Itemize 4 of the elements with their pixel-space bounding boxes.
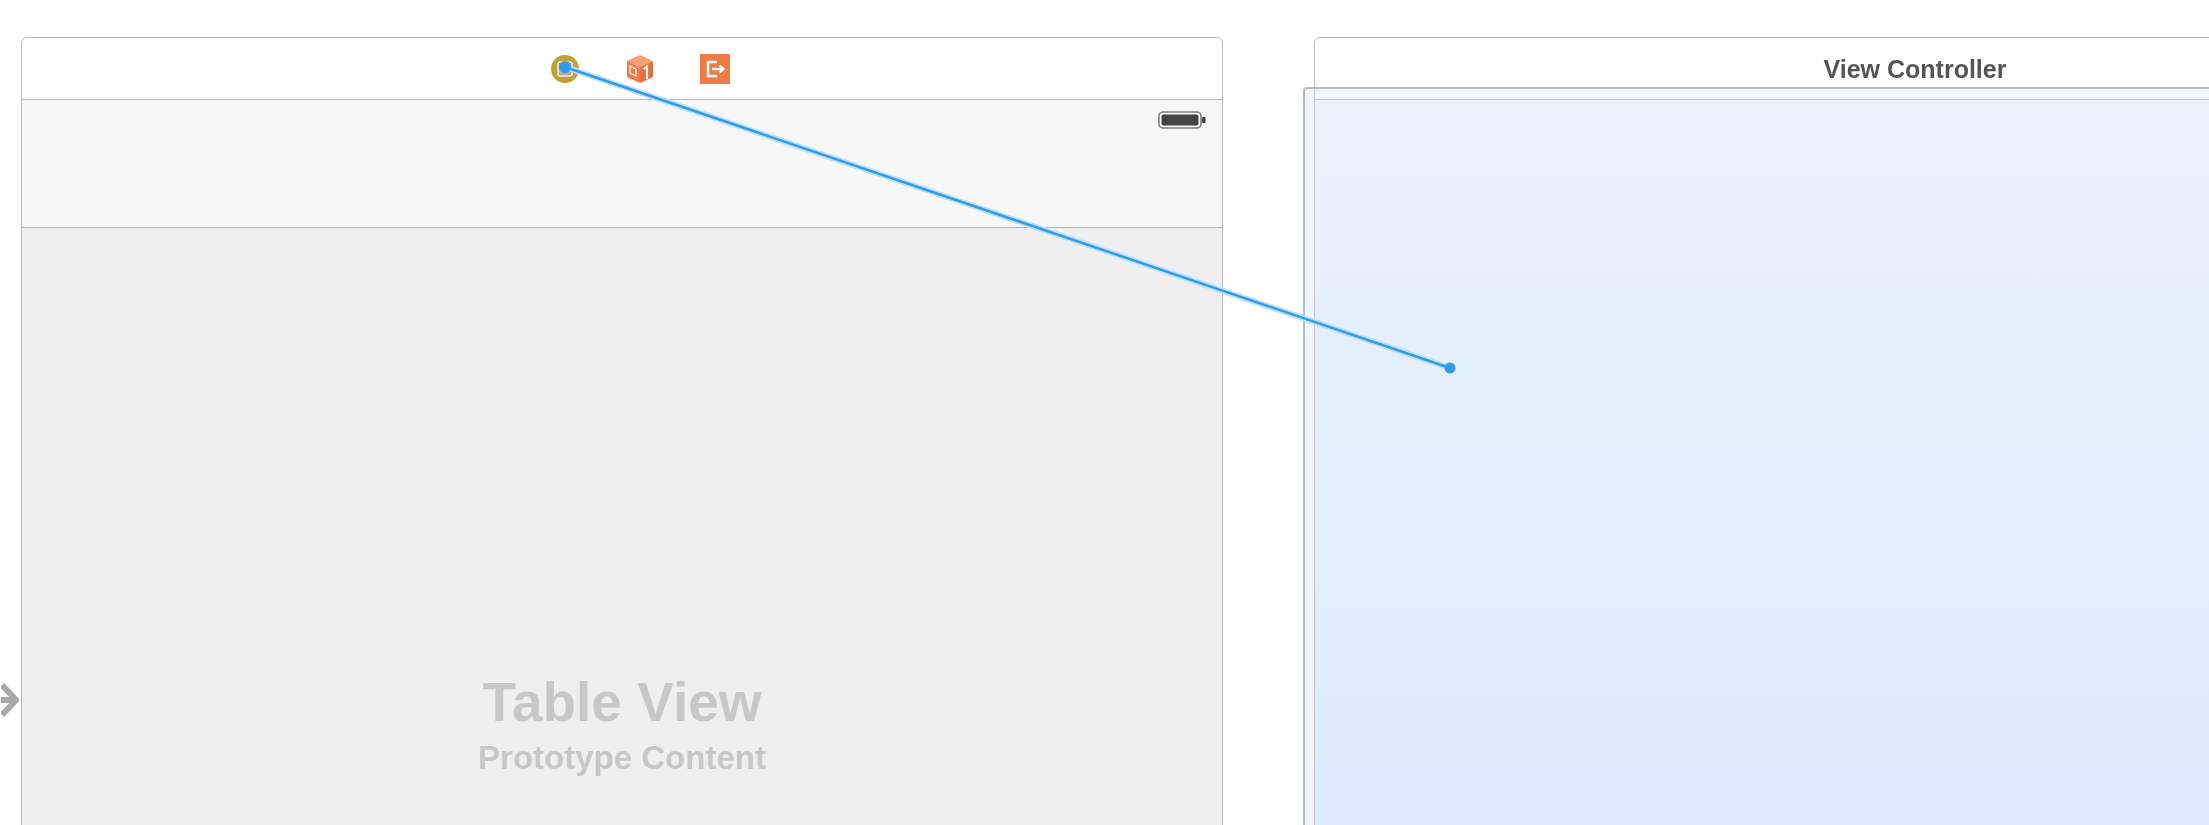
exit-icon[interactable] — [700, 53, 730, 84]
scene-title: View Controller — [1823, 55, 2007, 84]
cube-icon[interactable] — [625, 53, 655, 84]
battery-icon — [1158, 111, 1206, 129]
